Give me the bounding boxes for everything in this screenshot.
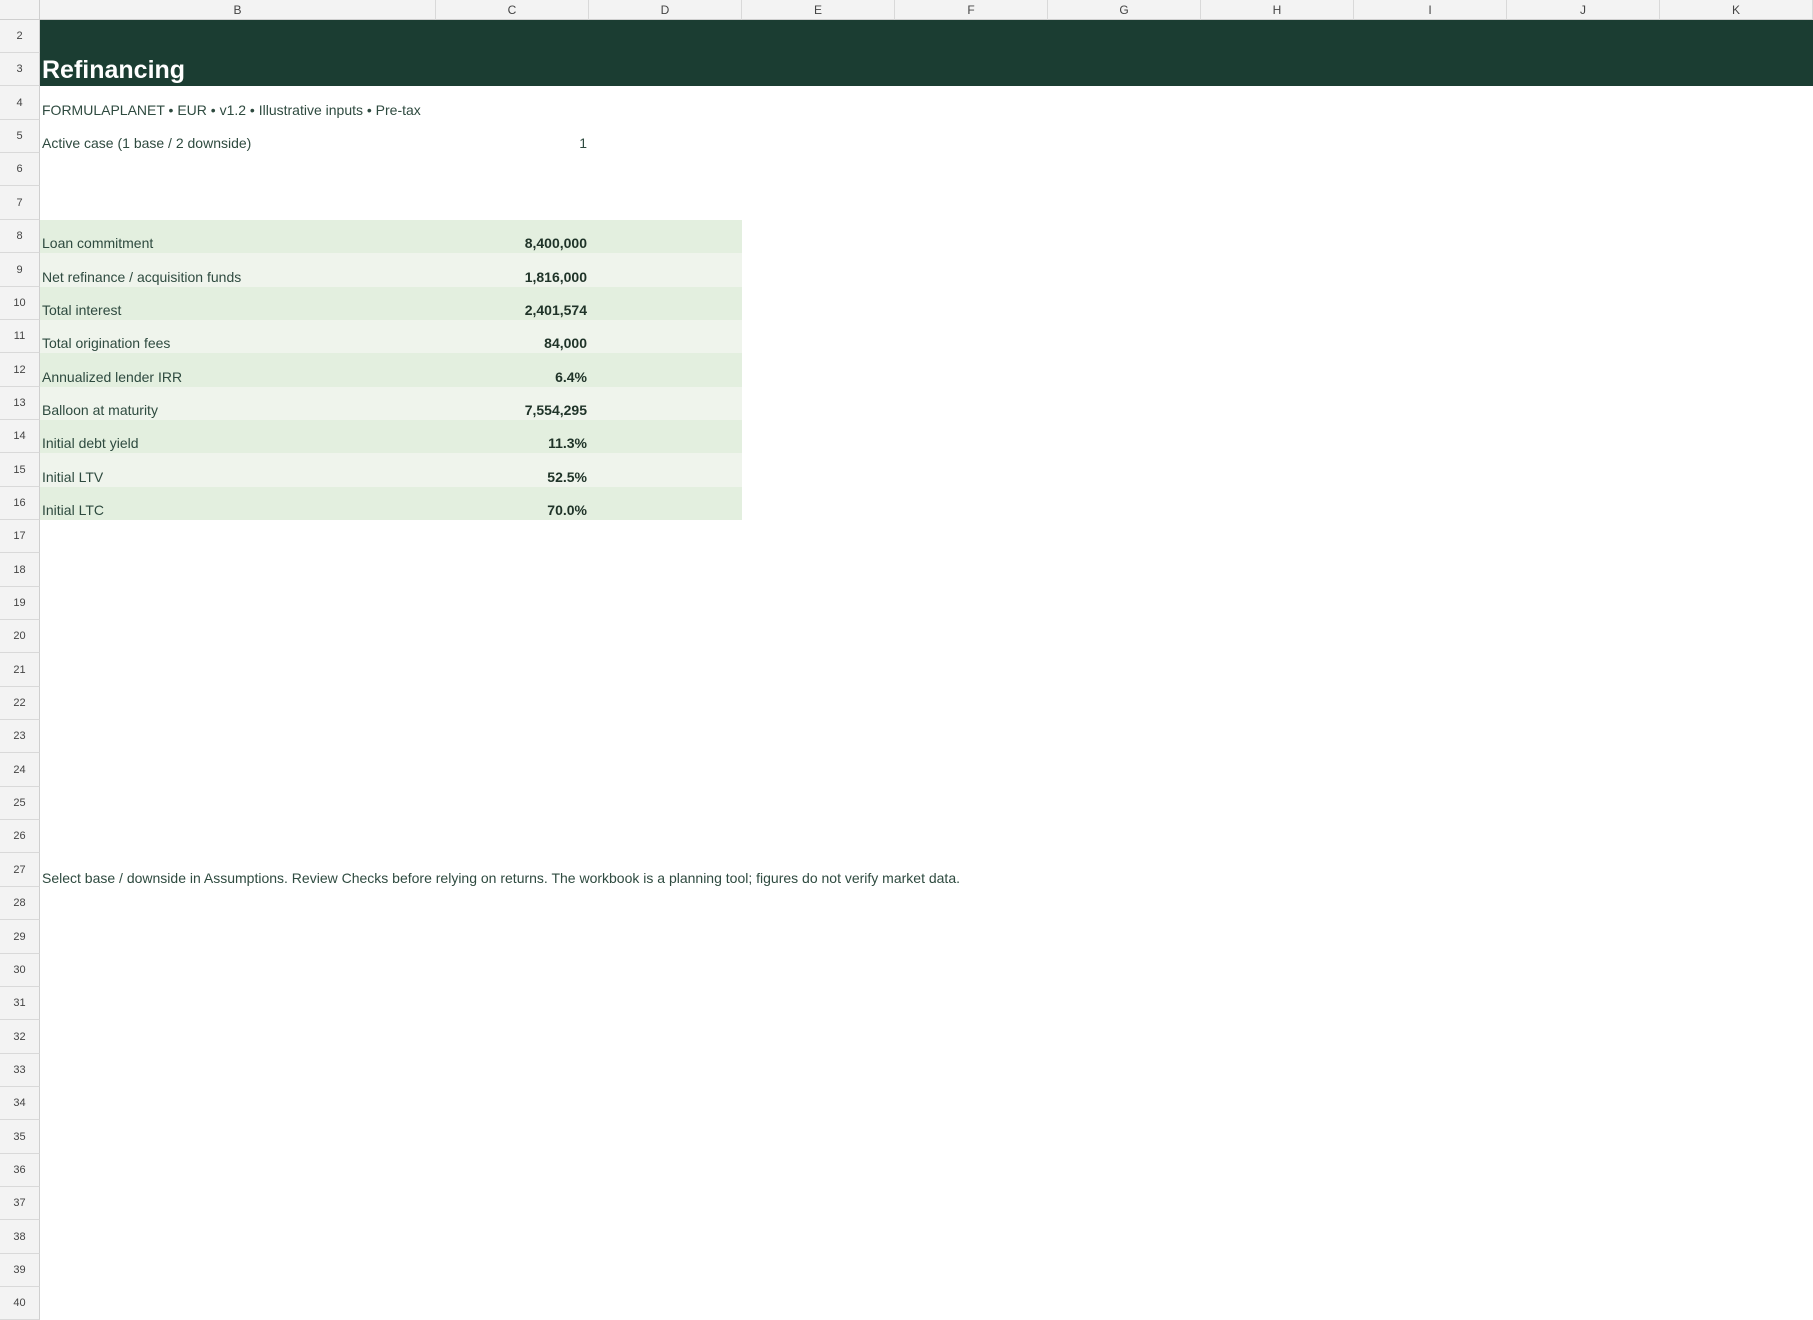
metric-label-origination-fees[interactable]: Total origination fees [42,335,170,351]
row-header-9[interactable]: 9 [0,253,40,287]
row-header-7[interactable]: 7 [0,186,40,220]
row-header-14[interactable]: 14 [0,420,40,453]
row-header-12[interactable]: 12 [0,353,40,387]
metric-value-debt-yield[interactable]: 11.3% [387,435,587,451]
metric-label-total-interest[interactable]: Total interest [42,302,121,318]
column-header-f[interactable]: F [895,0,1048,20]
subtitle-cell[interactable]: FORMULAPLANET • EUR • v1.2 • Illustrativ… [42,102,421,118]
row-header-4[interactable]: 4 [0,86,40,120]
row-header-33[interactable]: 33 [0,1054,40,1087]
column-header-g[interactable]: G [1048,0,1201,20]
metric-value-origination-fees[interactable]: 84,000 [387,335,587,351]
metric-value-loan-commitment[interactable]: 8,400,000 [387,235,587,251]
row-header-28[interactable]: 28 [0,887,40,920]
row-header-22[interactable]: 22 [0,687,40,720]
active-case-label[interactable]: Active case (1 base / 2 downside) [42,135,251,151]
metric-label-ltc[interactable]: Initial LTC [42,502,104,518]
row-header-27[interactable]: 27 [0,853,40,887]
metric-value-lender-irr[interactable]: 6.4% [387,369,587,385]
metric-label-debt-yield[interactable]: Initial debt yield [42,435,139,451]
row-header-16[interactable]: 16 [0,487,40,520]
title-banner [40,20,1813,86]
row-header-37[interactable]: 37 [0,1187,40,1220]
metric-value-total-interest[interactable]: 2,401,574 [387,302,587,318]
column-header-c[interactable]: C [436,0,589,20]
row-header-5[interactable]: 5 [0,120,40,153]
metric-label-loan-commitment[interactable]: Loan commitment [42,235,153,251]
column-header-j[interactable]: J [1507,0,1660,20]
footnote-cell[interactable]: Select base / downside in Assumptions. R… [42,870,960,886]
metric-value-balloon[interactable]: 7,554,295 [387,402,587,418]
row-header-30[interactable]: 30 [0,954,40,987]
row-header-10[interactable]: 10 [0,287,40,320]
row-header-6[interactable]: 6 [0,153,40,186]
metric-label-lender-irr[interactable]: Annualized lender IRR [42,369,182,385]
column-header-b[interactable]: B [40,0,436,20]
row-header-17[interactable]: 17 [0,520,40,553]
column-header-d[interactable]: D [589,0,742,20]
row-header-24[interactable]: 24 [0,753,40,787]
row-header-8[interactable]: 8 [0,220,40,253]
row-header-35[interactable]: 35 [0,1120,40,1154]
active-case-value[interactable]: 1 [387,135,587,151]
row-header-18[interactable]: 18 [0,553,40,587]
column-header-h[interactable]: H [1201,0,1354,20]
row-header-26[interactable]: 26 [0,820,40,853]
metric-value-net-refinance[interactable]: 1,816,000 [387,269,587,285]
row-header-39[interactable]: 39 [0,1254,40,1287]
row-header-32[interactable]: 32 [0,1020,40,1054]
spreadsheet-grid[interactable]: B C D E F G H I J K 2 3 4 5 6 7 8 9 10 1… [0,0,1813,1320]
row-header-21[interactable]: 21 [0,653,40,687]
row-header-3[interactable]: 3 [0,53,40,86]
column-header-k[interactable]: K [1660,0,1813,20]
row-header-36[interactable]: 36 [0,1154,40,1187]
row-header-11[interactable]: 11 [0,320,40,353]
row-header-19[interactable]: 19 [0,587,40,620]
column-header-i[interactable]: I [1354,0,1507,20]
metric-label-ltv[interactable]: Initial LTV [42,469,103,485]
row-header-40[interactable]: 40 [0,1287,40,1320]
row-header-25[interactable]: 25 [0,787,40,820]
sheet-title[interactable]: Refinancing [42,56,185,85]
metric-value-ltc[interactable]: 70.0% [387,502,587,518]
select-all-corner[interactable] [0,0,40,20]
metric-value-ltv[interactable]: 52.5% [387,469,587,485]
row-header-15[interactable]: 15 [0,453,40,487]
row-header-2[interactable]: 2 [0,20,40,53]
row-header-23[interactable]: 23 [0,720,40,753]
metric-label-balloon[interactable]: Balloon at maturity [42,402,158,418]
row-header-31[interactable]: 31 [0,987,40,1020]
row-header-13[interactable]: 13 [0,387,40,420]
row-header-29[interactable]: 29 [0,920,40,954]
metric-label-net-refinance[interactable]: Net refinance / acquisition funds [42,269,241,285]
row-header-38[interactable]: 38 [0,1220,40,1254]
column-header-e[interactable]: E [742,0,895,20]
row-header-20[interactable]: 20 [0,620,40,653]
row-header-34[interactable]: 34 [0,1087,40,1120]
